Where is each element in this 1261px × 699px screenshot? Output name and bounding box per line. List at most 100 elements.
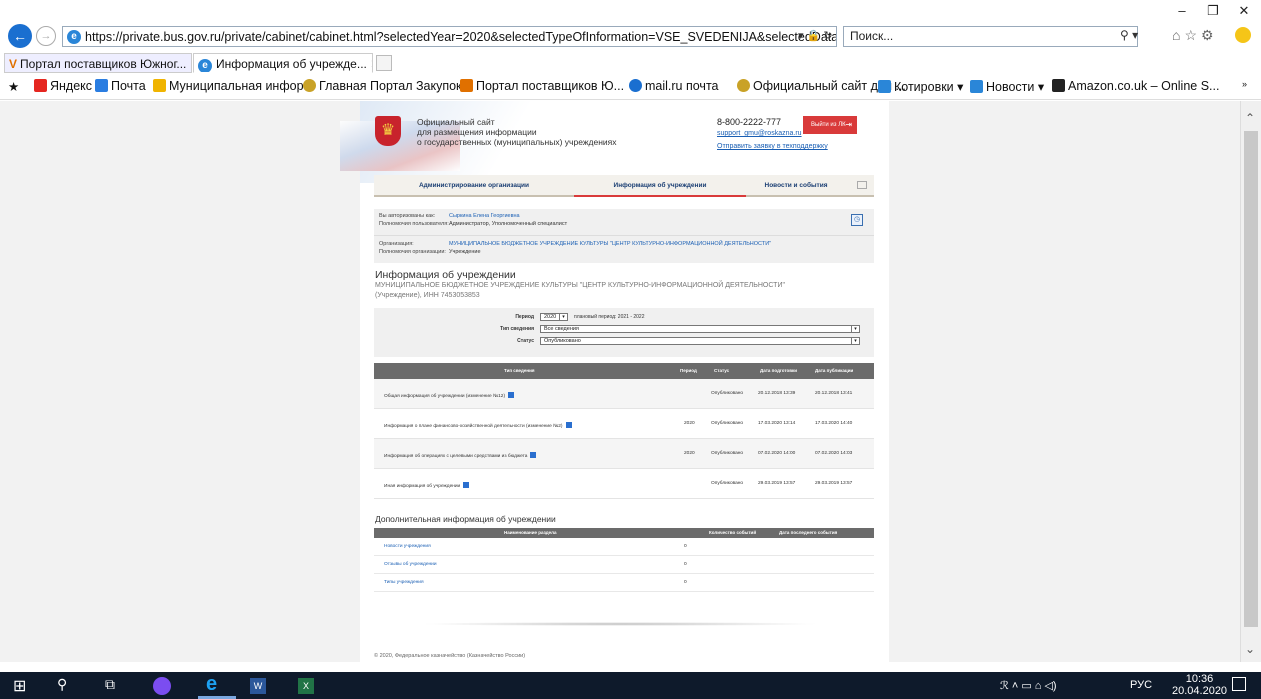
status-select[interactable]: Опубликовано ▾	[540, 337, 860, 345]
system-tray-icons[interactable]: ℛ ˄ ▭ ⌂ ◁)	[1000, 679, 1057, 692]
extra-info-table: Наименование раздела Количество событий …	[374, 528, 874, 592]
expand-icon[interactable]	[565, 422, 572, 428]
tab-row: V Портал поставщиков Южног... e Информация…	[0, 51, 1261, 74]
calendar-icon[interactable]: ◷	[851, 214, 863, 226]
notification-icon[interactable]	[1232, 677, 1246, 691]
auth-label: Вы авторизованы как:	[379, 213, 436, 219]
coat-of-arms-icon: ♛	[375, 116, 401, 146]
word-icon[interactable]: W	[250, 678, 266, 694]
address-bar[interactable]: e https://private.bus.gov.ru/private/cab…	[62, 26, 837, 47]
task-view-icon[interactable]: ⧉	[105, 676, 115, 693]
info-table-header: Тип сведения Период Статус Дата подготов…	[374, 363, 874, 379]
fav-quotes[interactable]: Котировки ▾	[878, 79, 963, 94]
support-phone: 8-800-2222-777	[717, 117, 782, 127]
expand-icon[interactable]	[530, 452, 537, 458]
extra-table-header: Наименование раздела Количество событий …	[374, 528, 874, 538]
new-tab-button[interactable]	[376, 55, 392, 71]
org-link[interactable]: МУНИЦИПАЛЬНОЕ БЮДЖЕТНОЕ УЧРЕЖДЕНИЕ КУЛЬТ…	[449, 241, 771, 247]
favorites-bar: ★ Яндекс Почта Муниципальная инфор... Гл…	[0, 74, 1261, 100]
type-label: Тип сведения	[500, 326, 534, 332]
window-titlebar: – ❐ ✕	[0, 0, 1261, 22]
feedback-smiley-icon[interactable]	[1235, 27, 1251, 43]
message-icon[interactable]	[857, 181, 867, 189]
tab-institution-info[interactable]: eИнформация об учрежде... ✕	[193, 53, 373, 73]
search-input[interactable]: Поиск...	[843, 26, 1138, 47]
ie-page-icon: e	[67, 29, 81, 44]
list-item: Типы учреждения 0	[374, 574, 874, 592]
section-link[interactable]: Новости учреждения	[384, 544, 431, 549]
org-rights-label: Полномочия организации:	[379, 249, 446, 255]
clock[interactable]: 10:36 20.04.2020	[1172, 673, 1227, 697]
fav-mailru[interactable]: mail.ru почта	[629, 79, 718, 93]
back-button[interactable]: ←	[8, 24, 32, 48]
fav-amazon[interactable]: Amazon.co.uk – Online S...	[1052, 79, 1219, 93]
expand-icon[interactable]	[508, 392, 515, 398]
tab-suppliers-portal[interactable]: V Портал поставщиков Южног...	[4, 53, 192, 73]
search-icon[interactable]: ⚲	[57, 676, 67, 693]
chevron-down-icon: ▾	[559, 313, 567, 321]
favorites-star-icon[interactable]: ★	[8, 79, 19, 94]
address-row: ← → e https://private.bus.gov.ru/private…	[0, 22, 1261, 50]
org-rights-value: Учреждение	[449, 249, 481, 255]
favorites-overflow-icon[interactable]: »	[1242, 79, 1247, 89]
fav-news[interactable]: Новости ▾	[970, 79, 1044, 94]
table-row[interactable]: Информация об операциях с целевыми средс…	[374, 439, 874, 469]
windows-start-icon[interactable]: ⊞	[13, 676, 26, 696]
org-name: МУНИЦИПАЛЬНОЕ БЮДЖЕТНОЕ УЧРЕЖДЕНИЕ КУЛЬТ…	[375, 282, 785, 299]
scroll-thumb[interactable]	[1244, 131, 1258, 627]
support-email-link[interactable]: support_gmu@roskazna.ru	[717, 130, 802, 137]
forward-button[interactable]: →	[36, 26, 56, 46]
alice-assistant-icon[interactable]	[153, 677, 171, 695]
logout-icon: ⇥	[845, 120, 852, 129]
home-favorites-settings-icons[interactable]: ⌂☆⚙	[1172, 27, 1218, 44]
filter-panel: Период 2020 ▾ плановый период: 2021 - 202…	[374, 308, 874, 357]
type-select[interactable]: Все сведения ▾	[540, 325, 860, 333]
period-label: Период	[515, 314, 534, 320]
tab-admin[interactable]: Администрирование организации	[374, 175, 574, 197]
close-window-button[interactable]: ✕	[1232, 3, 1256, 19]
tab-institution-info[interactable]: Информация об учреждении	[574, 175, 746, 197]
period-select[interactable]: 2020 ▾	[540, 313, 568, 321]
expand-icon[interactable]	[463, 482, 470, 488]
list-item: Отзывы об учреждении 0	[374, 556, 874, 574]
scroll-up-icon[interactable]: ⌃	[1245, 111, 1255, 125]
fav-municipal[interactable]: Муниципальная инфор...	[153, 79, 314, 93]
vertical-scrollbar[interactable]: ⌃ ⌄	[1240, 101, 1261, 662]
section-link[interactable]: Типы учреждения	[384, 580, 424, 585]
support-request-link[interactable]: Отправить заявку в техподдержку	[717, 143, 828, 150]
page-content: ♛ Официальный сайт для размещения информ…	[340, 101, 889, 662]
ie-tab-icon: e	[198, 59, 212, 72]
fav-yandex[interactable]: Яндекс	[34, 79, 92, 93]
footer-copyright: © 2020, Федеральное казначейство (Казнач…	[374, 653, 526, 659]
minimize-button[interactable]: –	[1170, 3, 1194, 18]
section-link[interactable]: Отзывы об учреждении	[384, 562, 437, 567]
language-indicator[interactable]: РУС	[1130, 679, 1152, 691]
info-table: Тип сведения Период Статус Дата подготов…	[374, 363, 874, 499]
user-panel: Вы авторизованы как: Сыркина Елена Георг…	[374, 209, 874, 263]
fav-mail[interactable]: Почта	[95, 79, 146, 93]
logout-button[interactable]: Выйти из ЛК ⇥	[803, 116, 857, 134]
site-title: Официальный сайт для размещения информац…	[417, 117, 617, 147]
chevron-down-icon: ▾	[851, 337, 859, 345]
org-label: Организация:	[379, 241, 414, 247]
table-row[interactable]: Информация о плане финансово-хозяйственн…	[374, 409, 874, 439]
search-icon[interactable]: ⚲ ▾	[1120, 28, 1138, 42]
scroll-down-icon[interactable]: ⌄	[1245, 642, 1255, 656]
page-shadow	[420, 622, 820, 626]
tab-news[interactable]: Новости и события	[746, 175, 846, 197]
chevron-down-icon: ▾	[851, 325, 859, 333]
auth-user-link[interactable]: Сыркина Елена Георгиевна	[449, 213, 520, 219]
close-tab-icon[interactable]: ✕	[370, 57, 372, 71]
table-row[interactable]: Общая информация об учреждении (изменени…	[374, 379, 874, 409]
status-label: Статус	[517, 338, 534, 344]
rights-value: Администратор, Уполномоченный специалист	[449, 221, 568, 227]
fav-zakupki[interactable]: Главная Портал Закупок	[303, 79, 462, 93]
table-row[interactable]: Иная информация об учреждении Опубликова…	[374, 469, 874, 499]
restore-button[interactable]: ❐	[1201, 3, 1225, 19]
address-tools[interactable]: ▾ 🔒 ↻	[798, 29, 833, 42]
internet-explorer-icon[interactable]: e	[206, 673, 217, 696]
fav-suppliers[interactable]: Портал поставщиков Ю...	[460, 79, 624, 93]
excel-icon[interactable]: X	[298, 678, 314, 694]
url-text: https://private.bus.gov.ru/private/cabin…	[85, 29, 837, 44]
site-header: ♛ Официальный сайт для размещения информ…	[340, 101, 889, 183]
